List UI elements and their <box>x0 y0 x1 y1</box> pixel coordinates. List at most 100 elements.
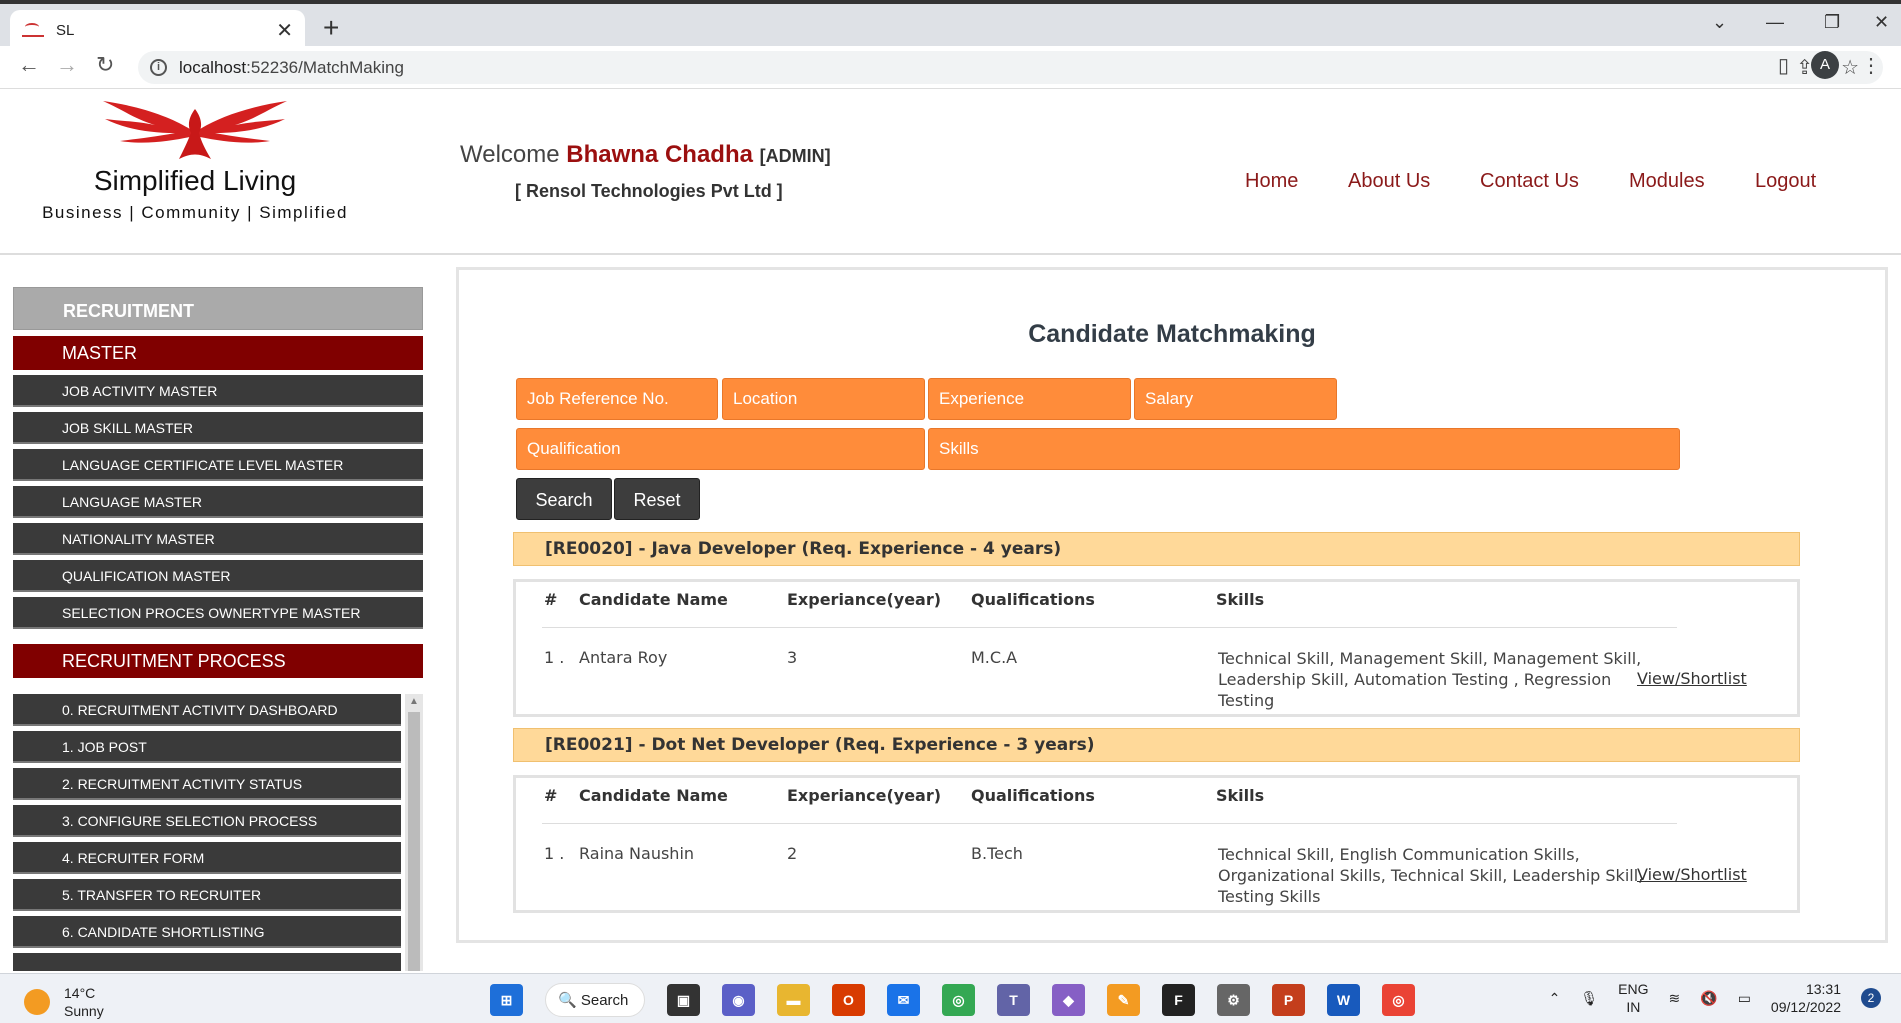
column-header: Experiance(year) <box>787 786 942 805</box>
side-panel-icon[interactable]: ▯ <box>1778 53 1789 78</box>
experience-field[interactable]: Experience <box>928 378 1131 420</box>
column-header: Skills <box>1216 786 1265 805</box>
sidebar-section-recruitment-process[interactable]: RECRUITMENT PROCESS <box>13 644 423 678</box>
salary-field[interactable]: Salary <box>1134 378 1337 420</box>
nav-modules[interactable]: Modules <box>1629 170 1705 193</box>
sidebar-item-partial[interactable] <box>13 953 401 971</box>
sidebar-item-job-skill-master[interactable]: JOB SKILL MASTER <box>13 412 423 444</box>
sidebar-item-nationality-master[interactable]: NATIONALITY MASTER <box>13 523 423 555</box>
close-tab-icon[interactable]: ✕ <box>276 18 293 43</box>
sidebar-item-selection-proces-ownertype-master[interactable]: SELECTION PROCES OWNERTYPE MASTER <box>13 597 423 629</box>
teams-icon[interactable]: T <box>997 984 1030 1016</box>
column-header: Skills <box>1216 590 1265 609</box>
tab-search-icon[interactable]: ⌄ <box>1712 12 1727 33</box>
sidebar-item-candidate-shortlisting[interactable]: 6. CANDIDATE SHORTLISTING <box>13 916 401 948</box>
minimize-icon[interactable]: — <box>1766 12 1784 33</box>
windows-taskbar: 14°C Sunny ⊞ 🔍 Search ▣ ◉ ▬ O ✉ ◎ T ◆ ✎ … <box>0 973 1901 1023</box>
task-view-icon[interactable]: ▣ <box>667 984 700 1016</box>
chrome-active-icon[interactable]: ◎ <box>1382 984 1415 1016</box>
scroll-up-icon[interactable]: ▲ <box>409 696 419 707</box>
windows-start-icon[interactable]: ⊞ <box>490 984 523 1016</box>
wifi-icon[interactable]: ≋ <box>1669 990 1681 1007</box>
sidebar-item-transfer-to-recruiter[interactable]: 5. TRANSFER TO RECRUITER <box>13 879 401 911</box>
phoenix-logo-icon <box>103 101 287 159</box>
weather-widget[interactable]: 14°C Sunny <box>24 984 104 1020</box>
nav-about-us[interactable]: About Us <box>1348 170 1430 193</box>
candidate-skills: Technical Skill, Management Skill, Manag… <box>1218 649 1642 710</box>
site-logo[interactable]: Simplified Living Business | Community |… <box>30 99 360 223</box>
profile-avatar[interactable]: A <box>1811 51 1839 79</box>
recruitment-process-list[interactable]: 0. RECRUITMENT ACTIVITY DASHBOARD 1. JOB… <box>13 694 423 971</box>
new-tab-button[interactable]: + <box>323 12 339 44</box>
taskbar-search[interactable]: 🔍 Search <box>545 983 645 1017</box>
clock[interactable]: 13:31 09/12/2022 <box>1771 980 1841 1016</box>
office-icon[interactable]: O <box>832 984 865 1016</box>
pencil-icon[interactable]: ✎ <box>1107 984 1140 1016</box>
sidebar-heading-recruitment[interactable]: RECRUITMENT <box>13 287 423 330</box>
visual-studio-icon[interactable]: ◆ <box>1052 984 1085 1016</box>
candidate-table: # Candidate Name Experiance(year) Qualif… <box>513 579 1800 717</box>
browser-tab[interactable]: SL ✕ <box>10 10 305 50</box>
divider <box>542 627 1677 628</box>
url-field[interactable]: i localhost:52236/MatchMaking ⇪ ☆ <box>138 51 1883 84</box>
column-header: Qualifications <box>971 786 1095 805</box>
sidebar-item-language-certificate-level-master[interactable]: LANGUAGE CERTIFICATE LEVEL MASTER <box>13 449 423 481</box>
nav-home[interactable]: Home <box>1245 170 1298 193</box>
microphone-icon[interactable]: 🎙 <box>1580 990 1598 1007</box>
temperature: 14°C <box>64 985 96 1001</box>
figma-icon[interactable]: F <box>1162 984 1195 1016</box>
powerpoint-icon[interactable]: P <box>1272 984 1305 1016</box>
nav-contact-us[interactable]: Contact Us <box>1480 170 1579 193</box>
reset-button[interactable]: Reset <box>614 478 700 520</box>
notification-badge[interactable]: 2 <box>1861 988 1881 1008</box>
tab-title: SL <box>56 21 75 39</box>
sidebar-item-configure-selection[interactable]: 3. CONFIGURE SELECTION PROCESS <box>13 805 401 837</box>
battery-icon[interactable]: ▭ <box>1738 990 1751 1007</box>
forward-icon[interactable]: → <box>56 52 78 78</box>
file-explorer-icon[interactable]: ▬ <box>777 984 810 1016</box>
page-title: Candidate Matchmaking <box>1028 320 1316 348</box>
site-info-icon[interactable]: i <box>150 59 167 76</box>
column-header: # <box>544 786 558 805</box>
volume-muted-icon[interactable]: 🔇 <box>1700 990 1717 1007</box>
search-button[interactable]: Search <box>516 478 612 520</box>
scrollbar-thumb[interactable] <box>408 712 420 971</box>
settings-icon[interactable]: ⚙ <box>1217 984 1250 1016</box>
candidate-experience: 3 <box>787 648 798 667</box>
restore-icon[interactable]: ❐ <box>1824 12 1840 33</box>
job-reference-field[interactable]: Job Reference No. <box>516 378 718 420</box>
nav-logout[interactable]: Logout <box>1755 170 1816 193</box>
sidebar-scrollbar[interactable]: ▲ <box>405 694 423 971</box>
sidebar-item-qualification-master[interactable]: QUALIFICATION MASTER <box>13 560 423 592</box>
language-indicator[interactable]: ENG IN <box>1618 980 1648 1016</box>
view-shortlist-link[interactable]: View/Shortlist <box>1637 669 1747 688</box>
sidebar-item-recruiter-form[interactable]: 4. RECRUITER FORM <box>13 842 401 874</box>
chat-icon[interactable]: ◉ <box>722 984 755 1016</box>
sidebar-item-job-activity-master[interactable]: JOB ACTIVITY MASTER <box>13 375 423 407</box>
candidate-qualification: B.Tech <box>971 844 1023 863</box>
word-icon[interactable]: W <box>1327 984 1360 1016</box>
close-window-icon[interactable]: ✕ <box>1874 12 1889 33</box>
sidebar-item-job-post[interactable]: 1. JOB POST <box>13 731 401 763</box>
qualification-field[interactable]: Qualification <box>516 428 925 470</box>
reload-icon[interactable]: ↻ <box>96 52 114 78</box>
mail-icon[interactable]: ✉ <box>887 984 920 1016</box>
sidebar-item-activity-dashboard[interactable]: 0. RECRUITMENT ACTIVITY DASHBOARD <box>13 694 401 726</box>
back-icon[interactable]: ← <box>18 52 40 78</box>
browser-menu-icon[interactable]: ⋮ <box>1861 53 1881 78</box>
chrome-icon[interactable]: ◎ <box>942 984 975 1016</box>
sidebar-item-language-master[interactable]: LANGUAGE MASTER <box>13 486 423 518</box>
view-shortlist-link[interactable]: View/Shortlist <box>1637 865 1747 884</box>
sidebar-item-activity-status[interactable]: 2. RECRUITMENT ACTIVITY STATUS <box>13 768 401 800</box>
skills-field[interactable]: Skills <box>928 428 1680 470</box>
chevron-up-icon[interactable]: ⌃ <box>1549 990 1561 1007</box>
location-field[interactable]: Location <box>722 378 925 420</box>
column-header: Qualifications <box>971 590 1095 609</box>
sidebar-section-master[interactable]: MASTER <box>13 336 423 370</box>
column-header: # <box>544 590 558 609</box>
divider <box>542 823 1677 824</box>
column-header: Experiance(year) <box>787 590 942 609</box>
candidate-skills: Technical Skill, English Communication S… <box>1218 845 1644 906</box>
candidate-table: # Candidate Name Experiance(year) Qualif… <box>513 775 1800 913</box>
taskbar-apps: ⊞ 🔍 Search ▣ ◉ ▬ O ✉ ◎ T ◆ ✎ F ⚙ P W ◎ <box>490 983 1415 1017</box>
